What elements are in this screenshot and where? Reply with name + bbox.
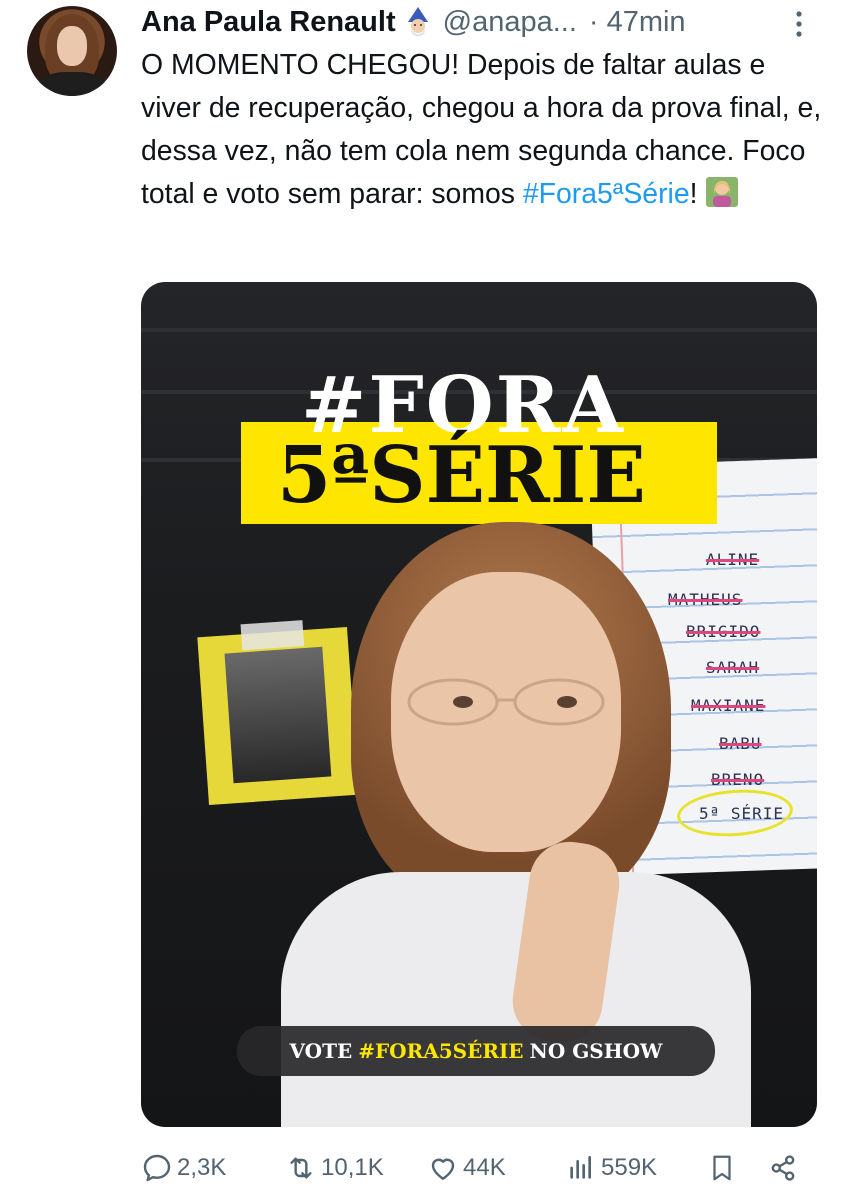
author-name[interactable]: Ana Paula Renault [141, 6, 396, 39]
tweet-text: O MOMENTO CHEGOU! Depois de faltar aulas… [141, 44, 831, 216]
views-icon [565, 1152, 597, 1184]
reply-button[interactable]: 2,3K [141, 1148, 226, 1188]
author-avatar[interactable] [27, 6, 117, 96]
hashtag-link[interactable]: #Fora5ªSérie [523, 178, 690, 210]
vote-suffix: NO GSHOW [529, 1039, 663, 1063]
repost-count: 10,1K [321, 1154, 384, 1181]
tweet-text-end: ! [689, 178, 698, 210]
header-separator: · [588, 5, 599, 38]
headline-bottom: 5ªSÉRIE [277, 430, 646, 521]
post-image[interactable]: ALINE MATHEUS BRIGIDO SARAH MAXIANE BABU… [141, 282, 817, 1127]
vote-prefix: VOTE [289, 1039, 353, 1063]
bookmark-icon [707, 1152, 737, 1184]
reply-count: 2,3K [177, 1154, 227, 1181]
vote-banner: VOTE #FORA5SÉRIE NO GSHOW [237, 1026, 715, 1076]
views-button[interactable]: 559K [565, 1148, 657, 1188]
views-count: 559K [601, 1154, 658, 1181]
tweet-header: Ana Paula Renault @anapa... · 47min [141, 4, 686, 40]
author-handle[interactable]: @anapa... [443, 6, 577, 39]
share-button[interactable] [767, 1148, 799, 1188]
reply-icon [141, 1152, 173, 1184]
like-count: 44K [463, 1154, 506, 1181]
background-shelf [141, 328, 817, 332]
tweet-actions: 2,3K 10,1K 44K 559K [141, 1148, 811, 1188]
share-icon [767, 1152, 799, 1184]
wizard-emoji-icon [401, 6, 435, 38]
repost-icon [285, 1152, 317, 1184]
teacher-emoji-icon [704, 175, 740, 209]
post-time[interactable]: 47min [607, 6, 686, 39]
more-options-icon[interactable] [787, 8, 811, 40]
heart-icon [427, 1152, 459, 1184]
like-button[interactable]: 44K [427, 1148, 506, 1188]
vote-hashtag: #FORA5SÉRIE [358, 1039, 524, 1063]
bookmark-button[interactable] [707, 1148, 737, 1188]
repost-button[interactable]: 10,1K [285, 1148, 384, 1188]
glasses-icon [407, 678, 605, 726]
